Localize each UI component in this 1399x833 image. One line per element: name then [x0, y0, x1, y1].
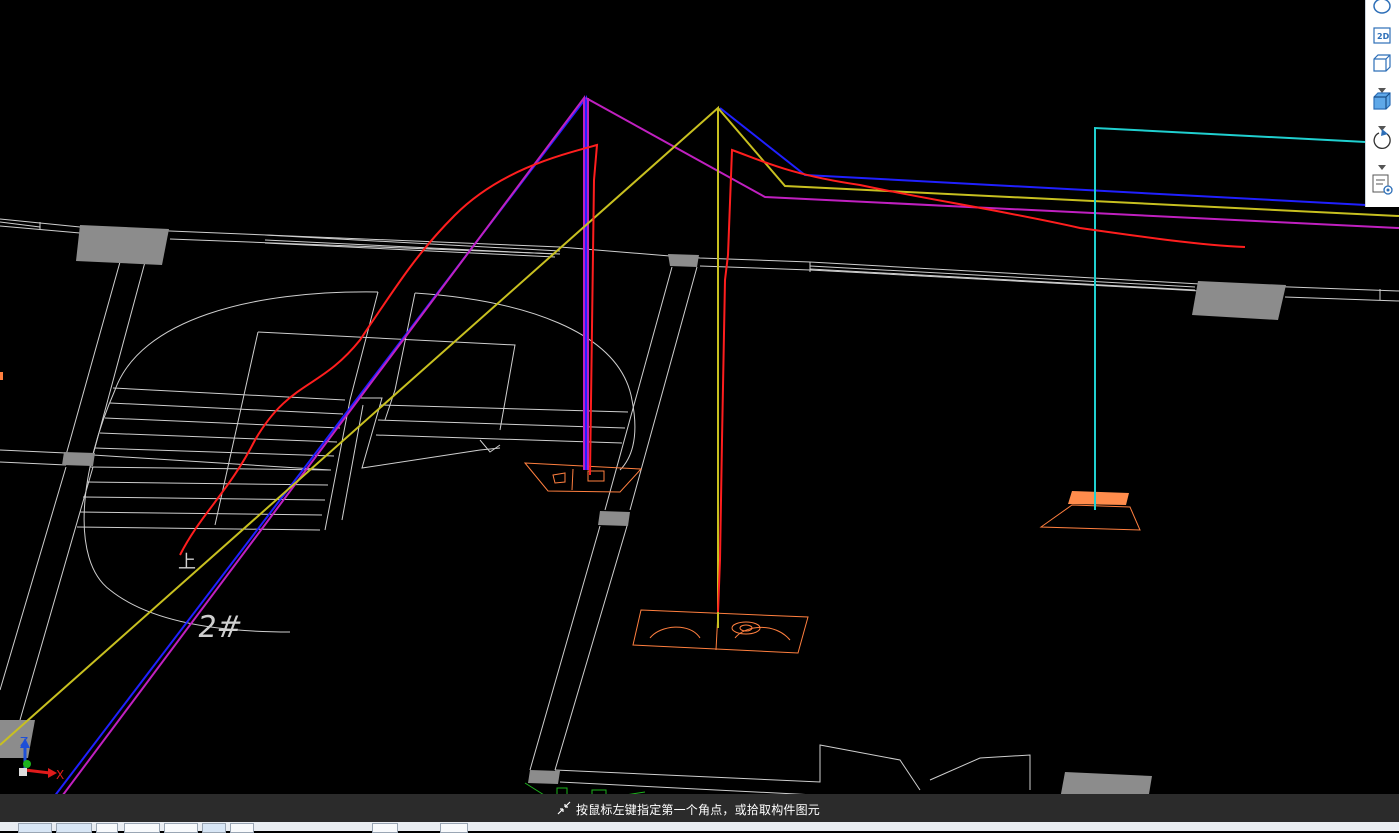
toolbar-button[interactable]	[96, 823, 118, 833]
axis-indicator: Z X	[19, 735, 64, 782]
toolbar-button[interactable]	[164, 823, 198, 833]
toolbar-button[interactable]	[440, 823, 468, 833]
toolbar-button[interactable]	[372, 823, 398, 833]
cube-solid-icon[interactable]	[1370, 90, 1394, 112]
room-number-label: 2#	[195, 610, 244, 645]
wall-wireframe	[0, 218, 1399, 811]
toolbar-button[interactable]	[230, 823, 254, 833]
axis-z-label: Z	[20, 735, 28, 749]
toolbar-button[interactable]	[202, 823, 226, 833]
rotate-icon[interactable]	[1370, 128, 1394, 150]
drawing-viewport[interactable]: 2# 上 Z X	[0, 0, 1399, 831]
toolbar-button[interactable]	[18, 823, 52, 833]
chevron-down-icon[interactable]	[1376, 117, 1388, 131]
edge-marker	[0, 372, 3, 380]
axis-x-label: X	[56, 768, 64, 782]
chevron-down-icon[interactable]	[1376, 156, 1388, 170]
orbit-icon[interactable]	[1370, 0, 1394, 22]
cad-canvas[interactable]: 2# 上 Z X	[0, 0, 1399, 831]
status-prompt: 按鼠标左键指定第一个角点，或拾取构件图元	[576, 803, 821, 817]
toolbar-button[interactable]	[56, 823, 92, 833]
cube-wireframe-icon[interactable]	[1370, 52, 1394, 74]
view-2d-icon[interactable]: 2D	[1370, 25, 1394, 47]
view-2d-label: 2D	[1377, 32, 1390, 41]
toolbar-button[interactable]	[124, 823, 160, 833]
display-settings-icon[interactable]	[1370, 172, 1394, 195]
pick-corner-icon	[556, 800, 572, 816]
pipe-network	[0, 94, 1399, 831]
view-toolbar: 2D	[1365, 0, 1399, 207]
chevron-down-icon[interactable]	[1376, 79, 1388, 93]
columns	[0, 225, 1286, 812]
fixture-cap	[1068, 491, 1129, 505]
